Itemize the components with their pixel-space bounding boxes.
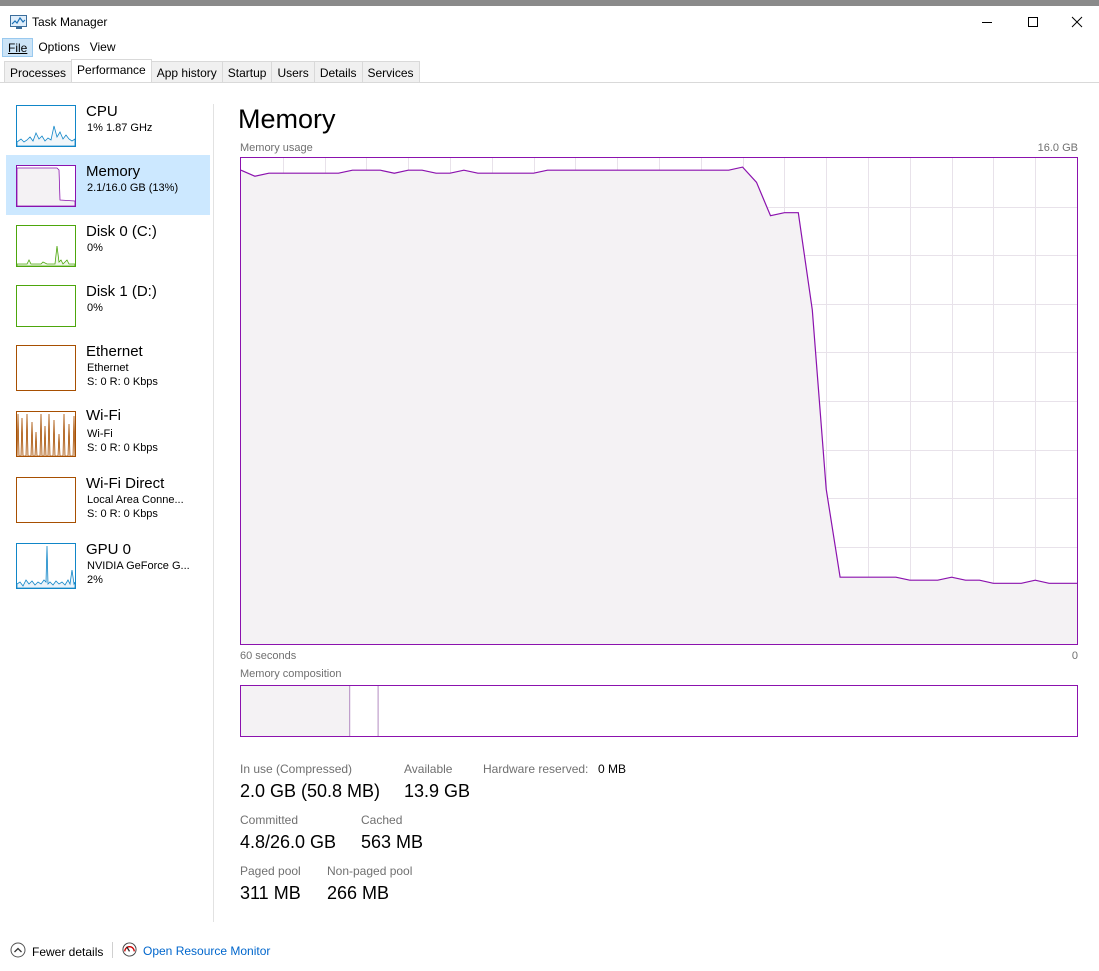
sidebar-item-title: Ethernet: [86, 343, 143, 360]
sidebar-item-subtitle: 0%: [87, 302, 103, 314]
menu-view[interactable]: View: [85, 38, 121, 57]
maximize-button[interactable]: [1011, 6, 1055, 38]
hardware-reserved-label: Hardware reserved:: [483, 762, 589, 776]
sidebar-item-subtitle: Ethernet: [87, 362, 129, 374]
sidebar-item-speed: S: 0 R: 0 Kbps: [87, 376, 158, 388]
footer: Fewer details Open Resource Monitor: [0, 934, 1099, 966]
disk-1-thumbnail: [16, 285, 76, 327]
sidebar-item-title: GPU 0: [86, 541, 132, 558]
x-axis-right-label: 0: [1071, 650, 1078, 662]
sidebar-item-subtitle: NVIDIA GeForce G...: [87, 560, 190, 572]
page-title: Memory: [238, 104, 336, 134]
sidebar-item-disk-0[interactable]: Disk 0 (C:) 0%: [6, 219, 210, 279]
menu-file[interactable]: File: [2, 38, 34, 57]
sidebar-item-subtitle: Wi-Fi: [87, 428, 113, 440]
fewer-details-button[interactable]: Fewer details: [10, 942, 103, 961]
memory-usage-graph: [240, 157, 1078, 645]
committed-label: Committed: [240, 813, 299, 827]
sidebar-item-speed: S: 0 R: 0 Kbps: [87, 508, 158, 520]
sidebar-item-wifi[interactable]: Wi-Fi Wi-Fi S: 0 R: 0 Kbps: [6, 405, 210, 465]
memory-usage-area: [241, 167, 1077, 644]
sidebar-item-cpu[interactable]: CPU 1% 1.87 GHz: [6, 99, 210, 159]
ethernet-thumbnail: [16, 345, 76, 391]
tab-strip: Processes Performance App history Startu…: [4, 59, 420, 83]
sidebar-item-title: Wi-Fi Direct: [86, 475, 165, 492]
available-value: 13.9 GB: [404, 781, 471, 801]
resource-monitor-icon: [122, 942, 137, 960]
composition-in-use: [241, 686, 350, 736]
sidebar: CPU 1% 1.87 GHz Memory 2.1/16.0 GB (13%)…: [0, 84, 214, 924]
gpu-thumbnail: [16, 543, 76, 589]
sidebar-item-subtitle: Local Area Conne...: [87, 494, 184, 506]
non-paged-pool-value: 266 MB: [327, 883, 390, 903]
in-use-label: In use (Compressed): [240, 762, 353, 776]
footer-divider: [112, 942, 113, 958]
tab-startup[interactable]: Startup: [221, 61, 273, 83]
non-paged-pool-label: Non-paged pool: [327, 864, 413, 878]
sidebar-item-subtitle: 2.1/16.0 GB (13%): [87, 182, 179, 194]
cpu-thumbnail: [16, 105, 76, 147]
window-title: Task Manager: [32, 15, 108, 29]
sidebar-item-subtitle: 1% 1.87 GHz: [87, 122, 153, 134]
hardware-reserved-value: 0 MB: [598, 762, 627, 776]
sidebar-item-usage: 2%: [87, 574, 103, 586]
sidebar-item-title: CPU: [86, 103, 118, 120]
paged-pool-value: 311 MB: [240, 883, 301, 903]
menu-bar: File Options View: [2, 38, 121, 58]
menu-options[interactable]: Options: [33, 38, 84, 57]
tab-performance[interactable]: Performance: [71, 59, 152, 82]
chevron-up-icon: [10, 942, 26, 961]
sidebar-item-memory[interactable]: Memory 2.1/16.0 GB (13%): [6, 155, 210, 215]
task-manager-icon: [10, 15, 27, 29]
tab-divider: [0, 82, 1099, 83]
cached-label: Cached: [361, 813, 403, 827]
wifi-direct-thumbnail: [16, 477, 76, 523]
sidebar-item-gpu-0[interactable]: GPU 0 NVIDIA GeForce G... 2%: [6, 537, 210, 597]
sidebar-item-wifi-direct[interactable]: Wi-Fi Direct Local Area Conne... S: 0 R:…: [6, 471, 210, 531]
disk-0-thumbnail: [16, 225, 76, 267]
usage-max-label: 16.0 GB: [1037, 142, 1078, 154]
available-label: Available: [404, 762, 453, 776]
tab-services[interactable]: Services: [361, 61, 420, 83]
memory-usage-chart: [240, 158, 1077, 644]
open-resource-monitor-label: Open Resource Monitor: [143, 944, 271, 958]
sidebar-item-subtitle: 0%: [87, 242, 103, 254]
title-bar: Task Manager: [0, 0, 1099, 40]
close-button[interactable]: [1055, 6, 1099, 38]
sidebar-item-disk-1[interactable]: Disk 1 (D:) 0%: [6, 279, 210, 339]
composition-modified: [352, 686, 379, 736]
x-axis-left-label: 60 seconds: [240, 650, 297, 662]
sidebar-item-title: Memory: [86, 163, 141, 180]
sidebar-item-ethernet[interactable]: Ethernet Ethernet S: 0 R: 0 Kbps: [6, 339, 210, 399]
memory-composition-bar: [240, 685, 1078, 737]
open-resource-monitor-link[interactable]: Open Resource Monitor: [122, 942, 270, 960]
tab-processes[interactable]: Processes: [4, 61, 73, 83]
in-use-value: 2.0 GB (50.8 MB): [240, 781, 381, 801]
tab-users[interactable]: Users: [271, 61, 315, 83]
fewer-details-label: Fewer details: [32, 944, 104, 959]
sidebar-item-title: Wi-Fi: [86, 407, 121, 424]
sidebar-divider: [213, 104, 214, 922]
wifi-thumbnail: [16, 411, 76, 457]
cached-value: 563 MB: [361, 832, 424, 852]
composition-label: Memory composition: [240, 668, 342, 680]
tab-details[interactable]: Details: [313, 61, 363, 83]
usage-label: Memory usage: [240, 142, 313, 154]
sidebar-item-speed: S: 0 R: 0 Kbps: [87, 442, 158, 454]
tab-app-history[interactable]: App history: [150, 61, 223, 83]
memory-thumbnail: [16, 165, 76, 207]
paged-pool-label: Paged pool: [240, 864, 301, 878]
committed-value: 4.8/26.0 GB: [240, 832, 337, 852]
minimize-button[interactable]: [965, 6, 1009, 38]
sidebar-item-title: Disk 0 (C:): [86, 223, 157, 240]
sidebar-item-title: Disk 1 (D:): [86, 283, 157, 300]
